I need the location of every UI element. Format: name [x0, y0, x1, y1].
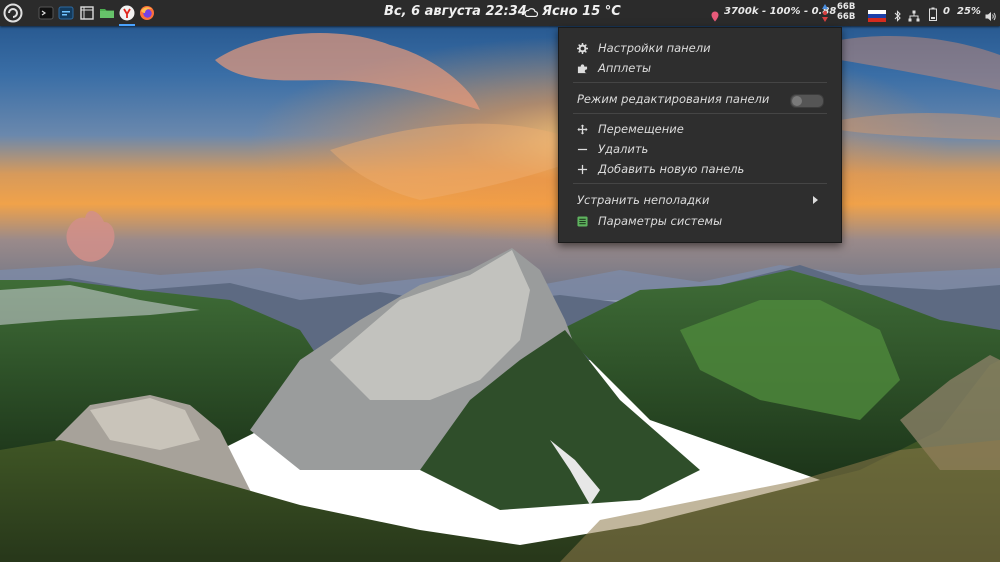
monitor-icon[interactable]	[56, 3, 76, 23]
battery-count-text: 0	[943, 6, 950, 17]
menu-item-move[interactable]: Перемещение	[559, 119, 841, 139]
battery-icon[interactable]	[929, 6, 937, 25]
terminal-icon[interactable]	[36, 3, 56, 23]
menu-logo-icon[interactable]	[3, 3, 23, 23]
net-download-text: 66B	[837, 12, 856, 22]
weather-applet[interactable]: Ясно 15 °C	[524, 4, 621, 19]
menu-item-add-panel[interactable]: Добавить новую панель	[559, 159, 841, 179]
edit-mode-toggle[interactable]	[790, 94, 824, 108]
active-window-indicator	[119, 24, 135, 26]
desktop-wallpaper	[0, 0, 1000, 562]
menu-item-label: Устранить неполадки	[577, 193, 710, 207]
menu-item-label: Настройки панели	[598, 41, 711, 55]
puzzle-icon	[576, 62, 588, 74]
network-icon[interactable]	[908, 7, 920, 26]
keyboard-layout-flag-icon[interactable]	[868, 7, 886, 26]
menu-separator	[573, 183, 827, 184]
top-panel: Вс, 6 августа 22:34 Ясно 15 °C 3700k - 1…	[0, 0, 1000, 26]
weather-text: Ясно 15 °C	[542, 4, 621, 19]
minus-icon	[576, 143, 588, 155]
net-upload-text: 66B	[837, 2, 856, 12]
submenu-arrow-icon	[813, 196, 818, 204]
menu-item-edit-mode[interactable]: Режим редактирования панели	[559, 89, 841, 109]
cloud-icon	[524, 7, 538, 17]
menu-item-remove[interactable]: Удалить	[559, 139, 841, 159]
toggle-knob	[792, 96, 802, 106]
firefox-icon[interactable]	[137, 3, 157, 23]
volume-icon[interactable]	[985, 7, 997, 26]
screenshot-icon[interactable]	[77, 3, 97, 23]
menu-separator	[573, 113, 827, 114]
map-pin-icon	[711, 7, 719, 26]
system-settings-icon	[576, 215, 588, 227]
menu-item-label: Апплеты	[598, 61, 652, 75]
menu-item-label: Добавить новую панель	[598, 162, 745, 176]
bluetooth-icon[interactable]	[894, 7, 902, 26]
menu-item-troubleshoot[interactable]: Устранить неполадки	[559, 190, 841, 210]
menu-item-label: Удалить	[598, 142, 649, 156]
menu-item-label: Параметры системы	[598, 214, 723, 228]
clock-applet[interactable]: Вс, 6 августа 22:34	[384, 4, 527, 19]
gear-icon	[576, 42, 588, 54]
panel-context-menu: Настройки панели Апплеты Режим редактиро…	[558, 27, 842, 243]
menu-item-applets[interactable]: Апплеты	[559, 58, 841, 78]
menu-item-system-settings[interactable]: Параметры системы	[559, 211, 841, 231]
volume-percent-text[interactable]: 25%	[957, 6, 981, 17]
menu-item-label: Режим редактирования панели	[577, 92, 770, 106]
menu-item-panel-settings[interactable]: Настройки панели	[559, 38, 841, 58]
menu-separator	[573, 82, 827, 83]
cpu-status-text[interactable]: 3700k - 100% - 0.88	[724, 6, 836, 17]
network-arrows-icon	[821, 3, 829, 27]
files-icon[interactable]	[97, 3, 117, 23]
menu-item-label: Перемещение	[598, 122, 684, 136]
plus-icon	[576, 163, 588, 175]
move-icon	[576, 123, 588, 135]
yandex-browser-icon[interactable]	[117, 3, 137, 26]
